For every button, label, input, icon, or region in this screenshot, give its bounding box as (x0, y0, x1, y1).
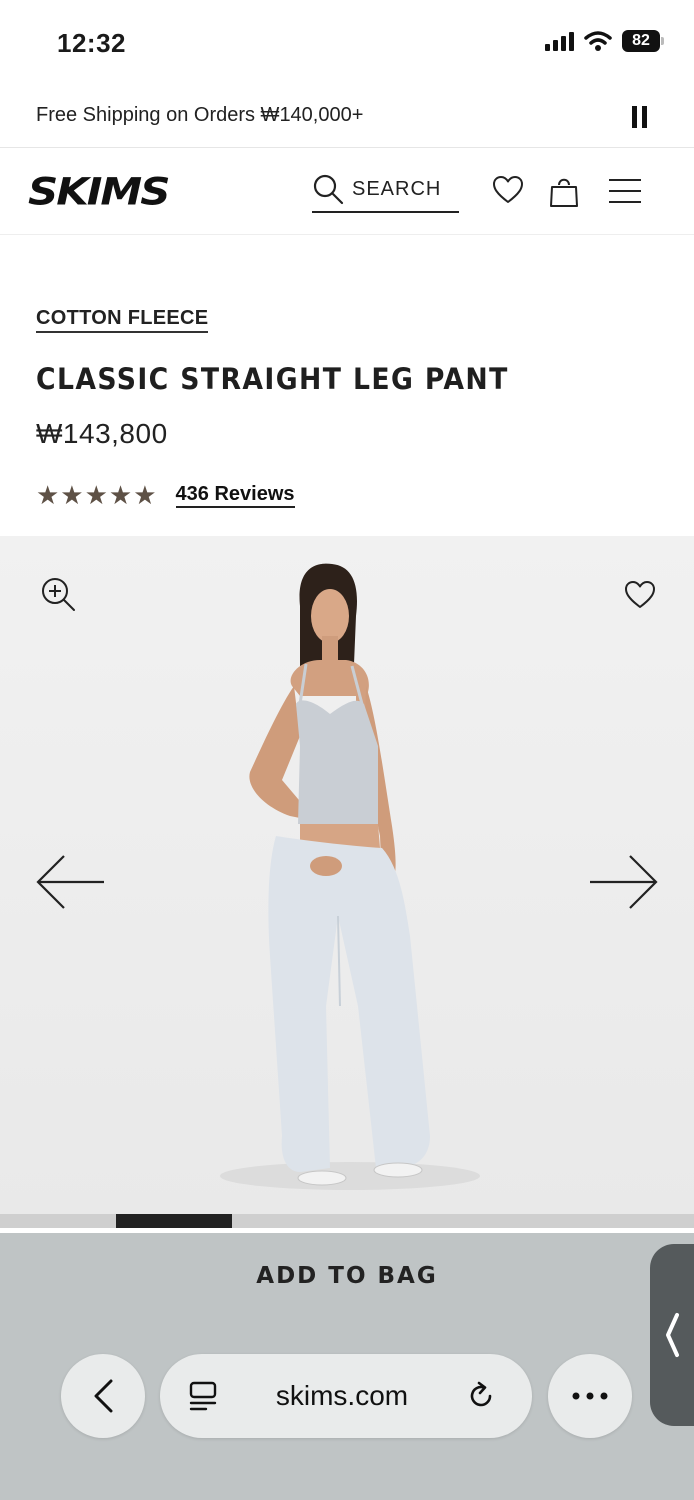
heart-icon[interactable] (492, 175, 524, 205)
promo-bar: Free Shipping on Orders ₩140,000+ (0, 90, 694, 148)
pause-icon[interactable] (630, 106, 650, 130)
site-header: SKIMS SEARCH (0, 149, 694, 235)
reviews-link[interactable]: 436 Reviews (175, 483, 295, 508)
skims-logo[interactable]: SKIMS (28, 169, 170, 213)
product-price: ₩143,800 (36, 418, 168, 449)
product-image-gallery[interactable] (0, 536, 694, 1214)
gallery-progress-fill (116, 1214, 232, 1228)
tabs-icon[interactable] (188, 1380, 218, 1412)
arrow-left-icon[interactable] (36, 854, 106, 910)
status-time: 12:32 (57, 28, 126, 58)
status-icons: 82 (545, 30, 664, 52)
bottom-bar: ADD TO BAG skims.com (0, 1233, 694, 1500)
search-icon (313, 174, 344, 205)
product-rating: ★★★★★ 436 Reviews (36, 480, 295, 511)
signal-icon (545, 31, 574, 51)
battery-level: 82 (632, 32, 650, 49)
search-label: SEARCH (352, 177, 442, 200)
collapse-handle[interactable] (650, 1244, 694, 1426)
product-title: CLASSIC STRAIGHT LEG PANT (36, 362, 509, 396)
zoom-in-icon[interactable] (40, 576, 76, 612)
promo-text: Free Shipping on Orders ₩140,000+ (36, 104, 364, 126)
url-text[interactable]: skims.com (276, 1380, 408, 1412)
status-bar: 12:32 82 (0, 0, 694, 90)
more-icon (572, 1392, 608, 1400)
wifi-icon (584, 31, 612, 51)
add-to-bag-button[interactable]: ADD TO BAG (0, 1263, 694, 1289)
reload-icon[interactable] (466, 1381, 496, 1411)
gallery-progress (0, 1214, 694, 1228)
collection-link[interactable]: COTTON FLEECE (36, 307, 209, 333)
search-button[interactable]: SEARCH (312, 167, 459, 213)
browser-back-button[interactable] (61, 1354, 145, 1438)
bag-icon[interactable] (549, 174, 579, 208)
menu-icon[interactable] (608, 177, 642, 205)
more-button[interactable] (548, 1354, 632, 1438)
battery-icon: 82 (622, 30, 664, 52)
back-icon (94, 1379, 113, 1413)
address-bar[interactable]: skims.com (160, 1354, 532, 1438)
wishlist-heart-icon[interactable] (624, 580, 656, 610)
rating-stars: ★★★★★ (36, 480, 158, 510)
collapse-handle-icon (666, 1313, 679, 1357)
arrow-right-icon[interactable] (588, 854, 658, 910)
